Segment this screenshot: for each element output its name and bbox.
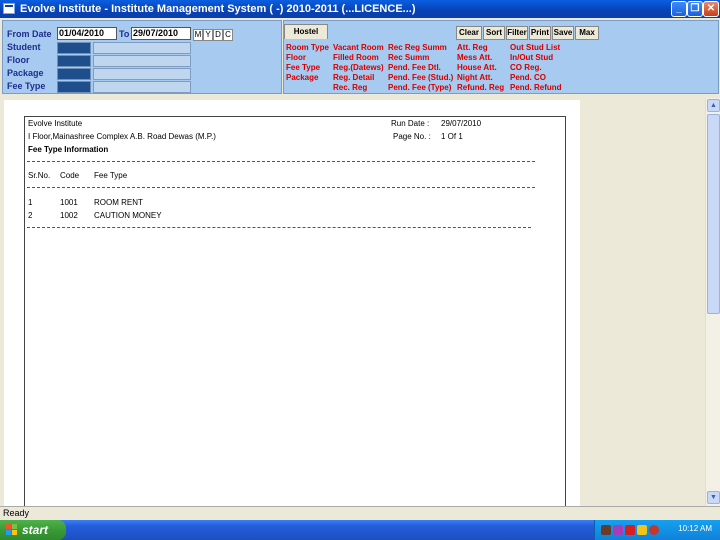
start-button[interactable]: start — [0, 520, 66, 540]
max-button[interactable]: Max — [575, 26, 599, 40]
report-canvas: Evolve Institute Run Date : 29/07/2010 I… — [4, 100, 580, 508]
floor-name-field[interactable] — [93, 55, 191, 67]
taskbar: start 10:12 AM — [0, 520, 720, 540]
fee-type-label: Fee Type — [7, 81, 46, 91]
link-pend-fee-stud[interactable]: Pend. Fee (Stud.) — [388, 73, 453, 82]
restore-button[interactable]: ❐ — [687, 1, 703, 17]
start-label: start — [22, 523, 49, 537]
link-pend-fee-dtl[interactable]: Pend. Fee Dtl. — [388, 63, 441, 72]
clear-button[interactable]: Clear — [456, 26, 482, 40]
link-floor[interactable]: Floor — [286, 53, 306, 62]
title-bar: Evolve Institute - Institute Management … — [0, 0, 720, 18]
divider — [27, 161, 535, 162]
mode-month-button[interactable]: M — [193, 29, 203, 41]
app-icon[interactable] — [3, 3, 15, 14]
scroll-thumb[interactable] — [707, 114, 720, 314]
floor-label: Floor — [7, 55, 30, 65]
link-rec-reg[interactable]: Rec. Reg — [333, 83, 367, 92]
system-tray: 10:12 AM — [594, 520, 720, 540]
student-code-field[interactable] — [57, 42, 91, 54]
to-date-input[interactable]: 29/07/2010 — [131, 27, 191, 40]
table-row-2-fee-type: CAUTION MONEY — [94, 211, 162, 220]
windows-logo-icon — [6, 524, 18, 536]
fee-type-name-field[interactable] — [93, 81, 191, 93]
table-row-1-srno: 1 — [28, 198, 33, 207]
link-reg-detail[interactable]: Reg. Detail — [333, 73, 374, 82]
page-no-value: 1 Of 1 — [441, 132, 463, 141]
link-pend-fee-type[interactable]: Pend. Fee (Type) — [388, 83, 451, 92]
scroll-down-arrow-icon[interactable]: ▼ — [707, 491, 720, 504]
link-rec-summ[interactable]: Rec Summ — [388, 53, 429, 62]
window-title: Evolve Institute - Institute Management … — [20, 3, 416, 15]
report-heading: Fee Type Information — [28, 145, 109, 154]
volume-icon[interactable] — [649, 525, 659, 535]
report-institute: Evolve Institute — [28, 119, 83, 128]
link-co-reg[interactable]: CO Reg. — [510, 63, 542, 72]
filter-button[interactable]: Filter — [506, 26, 528, 40]
filter-box: From Date 01/04/2010 To 29/07/2010 M Y D… — [2, 20, 282, 94]
link-room-type[interactable]: Room Type — [286, 43, 329, 52]
report-viewer: Evolve Institute Run Date : 29/07/2010 I… — [0, 98, 705, 508]
link-package[interactable]: Package — [286, 73, 318, 82]
mode-day-button[interactable]: D — [213, 29, 223, 41]
hostel-panel: Hostel Clear Sort Filter Print Save Max … — [283, 20, 719, 94]
page-no-label: Page No. : — [393, 132, 431, 141]
link-rec-reg-summ[interactable]: Rec Reg Summ — [388, 43, 447, 52]
top-panel: From Date 01/04/2010 To 29/07/2010 M Y D… — [0, 18, 720, 98]
link-vacant-room[interactable]: Vacant Room — [333, 43, 384, 52]
link-fee-type[interactable]: Fee Type — [286, 63, 320, 72]
sort-button[interactable]: Sort — [483, 26, 505, 40]
from-date-input[interactable]: 01/04/2010 — [57, 27, 117, 40]
print-button[interactable]: Print — [529, 26, 551, 40]
table-row-2-srno: 2 — [28, 211, 33, 220]
tab-hostel[interactable]: Hostel — [284, 24, 328, 39]
package-label: Package — [7, 68, 44, 78]
mode-custom-button[interactable]: C — [223, 29, 233, 41]
scroll-up-arrow-icon[interactable]: ▲ — [707, 99, 720, 112]
network-icon[interactable] — [601, 525, 611, 535]
antivirus-icon[interactable] — [625, 525, 635, 535]
minimize-button[interactable]: _ — [671, 1, 687, 17]
media-icon[interactable] — [613, 525, 623, 535]
package-name-field[interactable] — [93, 68, 191, 80]
fee-type-code-field[interactable] — [57, 81, 91, 93]
student-label: Student — [7, 42, 41, 52]
link-mess-att[interactable]: Mess Att. — [457, 53, 492, 62]
link-out-stud-list[interactable]: Out Stud List — [510, 43, 560, 52]
run-date-value: 29/07/2010 — [441, 119, 482, 128]
column-header-code: Code — [60, 171, 80, 180]
messenger-icon[interactable] — [637, 525, 647, 535]
table-row-1-fee-type: ROOM RENT — [94, 198, 143, 207]
table-row-2-code: 1002 — [60, 211, 78, 220]
to-date-label: To — [119, 29, 130, 39]
table-row-1-code: 1001 — [60, 198, 78, 207]
close-button[interactable]: ✕ — [703, 1, 719, 17]
link-refund-reg[interactable]: Refund. Reg — [457, 83, 504, 92]
report-page: Evolve Institute Run Date : 29/07/2010 I… — [24, 116, 566, 508]
link-filled-room[interactable]: Filled Room — [333, 53, 379, 62]
from-date-label: From Date — [7, 29, 52, 39]
column-header-srno: Sr.No. — [28, 171, 51, 180]
link-night-att[interactable]: Night Att. — [457, 73, 493, 82]
floor-code-field[interactable] — [57, 55, 91, 67]
link-pend-refund[interactable]: Pend. Refund — [510, 83, 562, 92]
link-reg-datews[interactable]: Reg.(Datews) — [333, 63, 384, 72]
run-date-label: Run Date : — [391, 119, 430, 128]
status-bar: Ready — [0, 506, 720, 520]
mode-year-button[interactable]: Y — [203, 29, 213, 41]
divider — [27, 187, 535, 188]
link-att-reg[interactable]: Att. Reg — [457, 43, 488, 52]
clock: 10:12 AM — [678, 524, 712, 533]
save-button[interactable]: Save — [552, 26, 574, 40]
package-code-field[interactable] — [57, 68, 91, 80]
status-text: Ready — [3, 508, 30, 518]
student-name-field[interactable] — [93, 42, 191, 54]
link-pend-co[interactable]: Pend. CO — [510, 73, 546, 82]
column-header-fee-type: Fee Type — [94, 171, 128, 180]
report-address: I Floor,Mainashree Complex A.B. Road Dew… — [28, 132, 216, 141]
link-house-att[interactable]: House Att. — [457, 63, 497, 72]
link-in-out-stud[interactable]: In/Out Stud — [510, 53, 553, 62]
vertical-scrollbar[interactable]: ▲ ▼ — [705, 98, 720, 506]
divider — [27, 227, 531, 228]
